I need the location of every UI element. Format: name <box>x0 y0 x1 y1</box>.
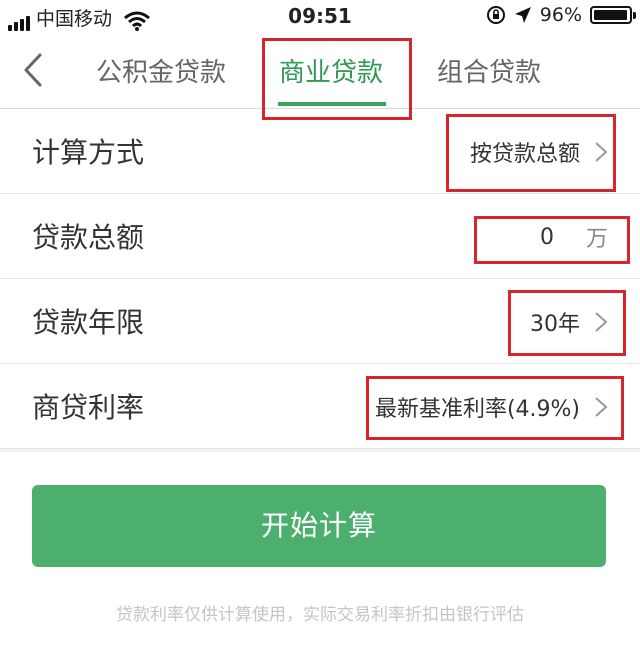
highlight-box <box>474 216 630 264</box>
calculation-method-label: 计算方式 <box>32 136 145 169</box>
tab-combined-loan[interactable]: 组合贷款 <box>437 52 541 89</box>
highlight-box <box>446 114 616 192</box>
battery-fill <box>594 10 627 20</box>
rotation-lock-icon <box>486 6 505 24</box>
status-right: 96% <box>486 4 636 26</box>
highlight-box <box>262 38 412 120</box>
disclaimer-note: 贷款利率仅供计算使用，实际交易利率折扣由银行评估 <box>116 605 524 625</box>
tab-provident-fund-loan[interactable]: 公积金贷款 <box>96 52 226 89</box>
loan-term-label: 贷款年限 <box>32 306 145 339</box>
back-arrow-icon[interactable] <box>14 50 54 90</box>
battery-icon <box>590 6 636 24</box>
loan-amount-label: 贷款总额 <box>32 221 145 254</box>
location-arrow-icon <box>514 7 531 23</box>
status-bar: 中国移动 09:51 96% <box>0 0 640 34</box>
highlight-box <box>508 290 626 356</box>
interest-rate-label: 商贷利率 <box>32 391 145 424</box>
highlight-box <box>366 376 624 440</box>
battery-percent: 96% <box>539 4 582 26</box>
start-calculation-button[interactable]: 开始计算 <box>32 485 606 567</box>
